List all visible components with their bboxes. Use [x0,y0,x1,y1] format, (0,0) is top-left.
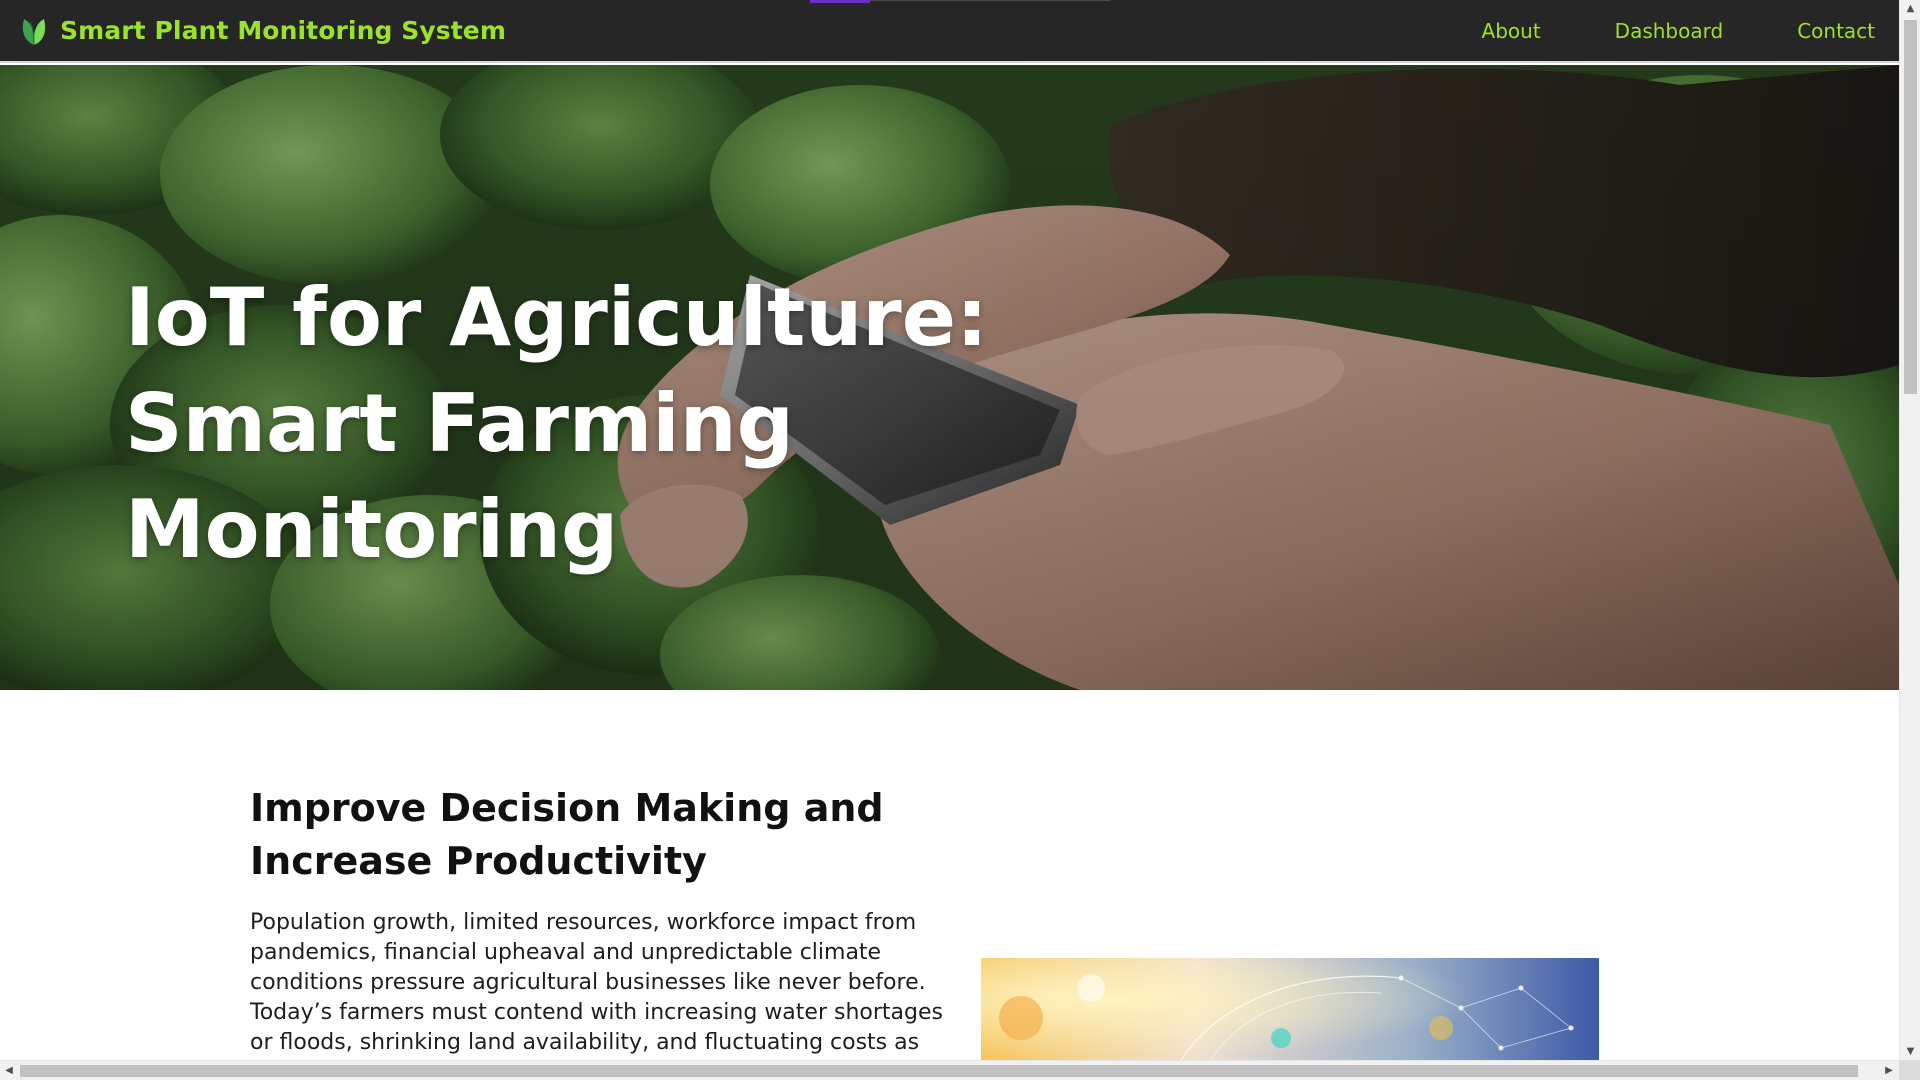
nav-accent-bar [810,0,870,3]
content-section: Improve Decision Making and Increase Pro… [0,690,1899,1060]
horizontal-scrollbar[interactable]: ◀ ▶ [0,1060,1899,1080]
top-navbar: Smart Plant Monitoring System About Dash… [0,0,1899,63]
hero-banner: IoT for Agriculture: Smart Farming Monit… [0,65,1899,690]
brand[interactable]: Smart Plant Monitoring System [18,15,506,47]
nav-accent-line [870,0,1110,1]
scroll-left-arrow-icon[interactable]: ◀ [0,1061,18,1080]
scroll-down-arrow-icon[interactable]: ▼ [1900,1043,1920,1060]
scroll-right-arrow-icon[interactable]: ▶ [1880,1061,1898,1080]
smart-agriculture-illustration [981,958,1599,1060]
nav-link-dashboard[interactable]: Dashboard [1615,19,1724,43]
section-body-text: Population growth, limited resources, wo… [250,910,943,1055]
smart-agriculture-image [981,958,1599,1060]
horizontal-scroll-thumb[interactable] [20,1065,1858,1077]
section-heading: Improve Decision Making and Increase Pro… [250,786,884,883]
hero-title: IoT for Agriculture: Smart Farming Monit… [125,271,988,576]
nav-link-contact[interactable]: Contact [1797,19,1875,43]
scroll-up-arrow-icon[interactable]: ▲ [1900,0,1920,17]
scrollbar-corner [1899,1060,1920,1080]
nav-links: About Dashboard Contact [1408,0,1875,61]
site-title: Smart Plant Monitoring System [60,16,507,45]
nav-link-about[interactable]: About [1482,19,1541,43]
vertical-scrollbar[interactable]: ▲ ▼ [1899,0,1920,1060]
leaf-icon [22,18,46,45]
vertical-scroll-thumb[interactable] [1904,20,1917,394]
